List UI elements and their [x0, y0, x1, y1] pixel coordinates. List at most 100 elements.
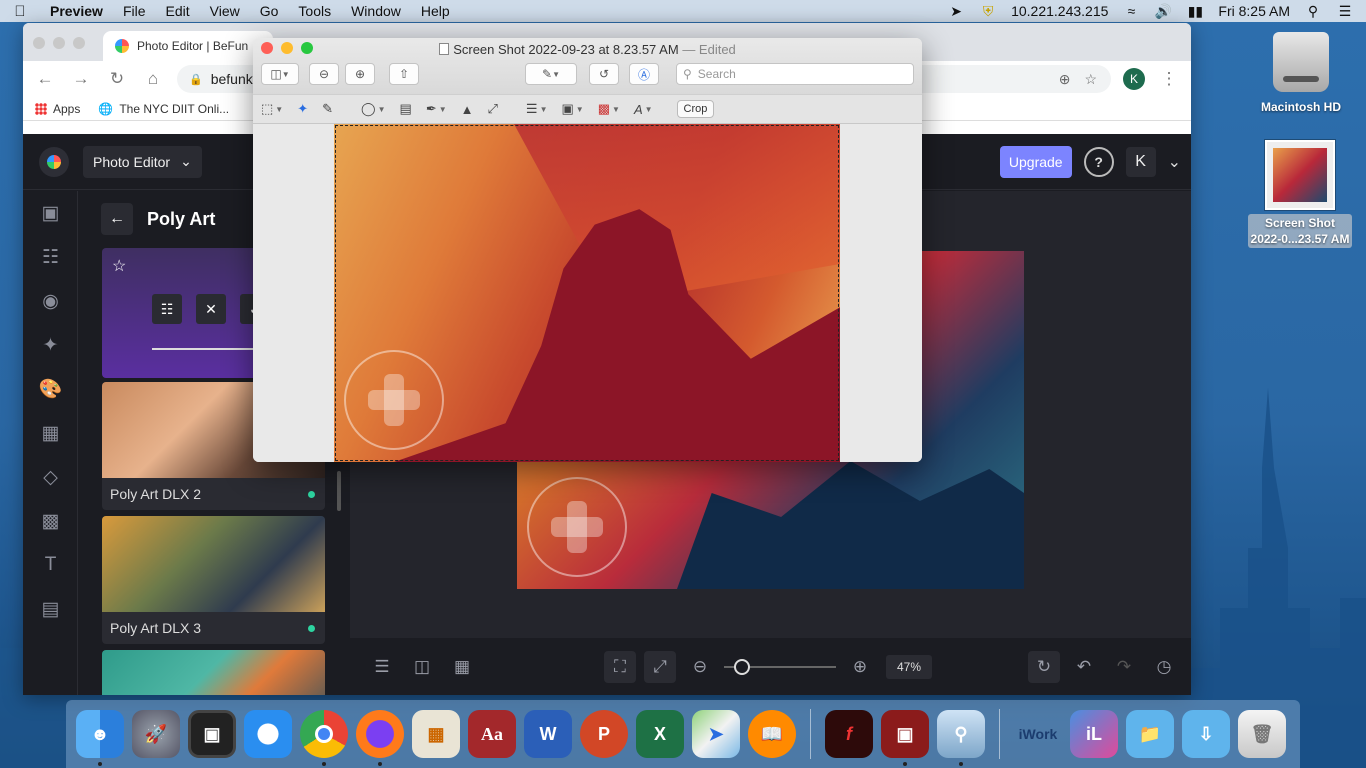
chrome-menu-icon[interactable]: ⋮	[1157, 67, 1181, 91]
panel-scrollbar[interactable]	[337, 471, 341, 511]
image-manager-icon[interactable]: ▣	[23, 191, 78, 235]
zoom-in-icon[interactable]: ⊕	[345, 63, 375, 85]
edit-sliders-icon[interactable]: ☷	[23, 235, 78, 279]
menu-view[interactable]: View	[200, 3, 250, 19]
desktop-icon-macintosh-hd[interactable]: Macintosh HD	[1258, 32, 1344, 114]
zoom-value[interactable]: 47%	[886, 654, 932, 679]
shield-icon[interactable]: ⛨	[979, 3, 997, 20]
notification-center-icon[interactable]: ☰	[1336, 3, 1354, 20]
bookmark-apps[interactable]: Apps	[35, 102, 80, 116]
mode-dropdown[interactable]: Photo Editor ⌄	[83, 145, 202, 178]
markup-toolbar-icon[interactable]: Ⓐ	[629, 63, 659, 85]
upgrade-button[interactable]: Upgrade	[999, 145, 1072, 178]
selection-marquee[interactable]	[335, 125, 839, 461]
ibooks-icon[interactable]: 📖	[748, 710, 796, 758]
frames-icon[interactable]: ▦	[23, 411, 78, 455]
shapes-icon[interactable]: ◯ ▼	[361, 101, 385, 117]
reload-icon[interactable]: ↻	[105, 67, 129, 91]
zoom-out-icon[interactable]: ⊖	[309, 63, 339, 85]
adjust-size-icon[interactable]: ⤢	[488, 101, 498, 117]
effects-sparkle-icon[interactable]: ✦	[23, 323, 78, 367]
fit-to-screen-icon[interactable]: ⛶	[604, 650, 636, 683]
menu-app-name[interactable]: Preview	[40, 3, 113, 19]
firefox-icon[interactable]	[356, 710, 404, 766]
effect-card[interactable]: Poly Art DLX 3	[102, 516, 325, 644]
menu-go[interactable]: Go	[250, 3, 289, 19]
rotate-icon[interactable]: ↻	[1028, 650, 1060, 683]
photo-booth-icon[interactable]: ▣	[881, 710, 929, 766]
layers-icon[interactable]: ☰	[366, 651, 398, 683]
sidebar-toggle-icon[interactable]: ◫ ▼	[261, 63, 299, 85]
excel-icon[interactable]: X	[636, 710, 684, 758]
highlight-pen-icon[interactable]: ✎ ▼	[525, 63, 577, 85]
word-icon[interactable]: W	[524, 710, 572, 758]
cancel-effect-button[interactable]: ✕	[196, 294, 226, 324]
rectangular-selection-icon[interactable]: ⬚ ▼	[261, 101, 283, 117]
add-icon[interactable]: ⊕	[1059, 71, 1071, 88]
zoom-out-icon[interactable]: ⊖	[684, 651, 716, 683]
effect-settings-button[interactable]: ☷	[152, 294, 182, 324]
graphics-shapes-icon[interactable]: ◇	[23, 455, 78, 499]
effect-card[interactable]	[102, 650, 325, 695]
search-field[interactable]: ⚲ Search	[676, 63, 914, 85]
sketch-icon[interactable]: ✎	[322, 101, 333, 117]
account-button[interactable]: K	[1125, 146, 1156, 177]
help-button[interactable]: ?	[1083, 146, 1114, 177]
ip-address[interactable]: 10.221.243.215	[1011, 3, 1108, 19]
downloads-folder-icon[interactable]: ⇩	[1182, 710, 1230, 758]
undo-icon[interactable]: ↶	[1068, 651, 1100, 683]
spotlight-search-icon[interactable]: ⚲	[1304, 3, 1322, 20]
menu-help[interactable]: Help	[411, 3, 460, 19]
ilife-icon[interactable]: iL	[1070, 710, 1118, 758]
menu-edit[interactable]: Edit	[156, 3, 200, 19]
safari-compass-icon[interactable]: ✦	[244, 710, 292, 758]
zoom-in-icon[interactable]: ⊕	[844, 651, 876, 683]
battery-icon[interactable]: ▮▮	[1186, 3, 1204, 20]
compare-icon[interactable]: ◫	[406, 651, 438, 683]
share-icon[interactable]: ⇧	[389, 63, 419, 85]
bookmark-star-icon[interactable]: ☆	[1084, 71, 1097, 88]
rotate-icon[interactable]: ↺	[589, 63, 619, 85]
textures-icon[interactable]: ▤	[23, 587, 78, 631]
volume-icon[interactable]: 🔊	[1154, 3, 1172, 20]
calculator-icon[interactable]: ▦	[412, 710, 460, 758]
instant-alpha-icon[interactable]: ✦	[297, 101, 308, 117]
wifi-icon[interactable]: ≈	[1122, 3, 1140, 19]
back-button[interactable]: ←	[101, 203, 133, 235]
clock[interactable]: Fri 8:25 AM	[1218, 3, 1290, 19]
befunky-logo-icon[interactable]	[39, 146, 69, 177]
profile-avatar[interactable]: K	[1123, 68, 1145, 90]
finder-icon[interactable]: ☻	[76, 710, 124, 766]
signature-icon[interactable]: ✒ ▼	[426, 101, 447, 117]
favorite-star-icon[interactable]: ☆	[112, 256, 126, 276]
history-icon[interactable]: ◷	[1148, 651, 1180, 683]
back-arrow-icon[interactable]: ←	[33, 67, 57, 91]
powerpoint-icon[interactable]: P	[580, 710, 628, 758]
close-window-button[interactable]	[33, 37, 45, 49]
actual-size-icon[interactable]: ⤢	[644, 650, 676, 683]
overlays-icon[interactable]: ▩	[23, 499, 78, 543]
chrome-icon[interactable]	[300, 710, 348, 766]
location-arrow-icon[interactable]: ➤	[947, 3, 965, 20]
adjust-color-icon[interactable]: ▲	[461, 102, 474, 117]
minimize-window-button[interactable]	[53, 37, 65, 49]
apple-menu-icon[interactable]: 	[0, 3, 40, 20]
crop-button[interactable]: Crop	[676, 100, 715, 118]
grid-view-icon[interactable]: ▦	[446, 651, 478, 683]
dictionary-icon[interactable]: Aa	[468, 710, 516, 758]
shape-style-icon[interactable]: ☰ ▼	[526, 101, 548, 117]
preview-image[interactable]	[334, 124, 840, 462]
zoom-slider[interactable]	[724, 658, 836, 675]
redo-icon[interactable]: ↷	[1108, 651, 1140, 683]
menu-tools[interactable]: Tools	[288, 3, 341, 19]
text-box-icon[interactable]: ▤	[400, 101, 412, 117]
preview-app-icon[interactable]: ⚲	[937, 710, 985, 766]
flash-icon[interactable]: f	[825, 710, 873, 758]
artsy-palette-icon[interactable]: 🎨	[23, 367, 78, 411]
launchpad-rocket-icon[interactable]: 🚀	[132, 710, 180, 758]
trash-icon[interactable]: 🗑	[1238, 710, 1286, 758]
maps-icon[interactable]: ➤	[692, 710, 740, 758]
desktop-icon-screenshot[interactable]: Screen Shot 2022-0...23.57 AM	[1240, 140, 1360, 248]
chevron-down-icon[interactable]: ⌄	[1168, 152, 1181, 172]
fill-color-icon[interactable]: ▩ ▼	[598, 101, 620, 117]
